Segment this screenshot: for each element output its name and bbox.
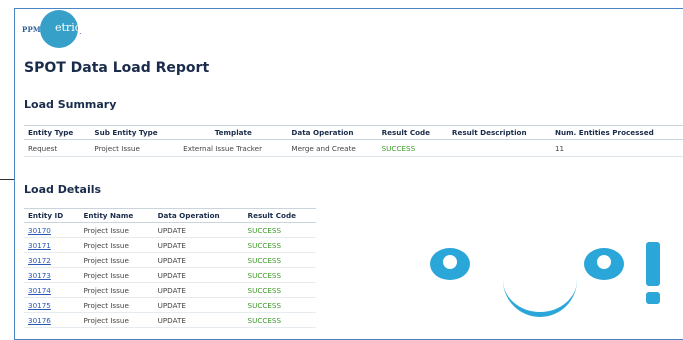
cell-data-operation: UPDATE	[153, 282, 244, 298]
col-data-operation: Data Operation	[157, 211, 220, 220]
page-title: SPOT Data Load Report	[24, 60, 210, 76]
ppmetrics-logo: PPM etrics .	[22, 10, 102, 48]
exclamation-icon	[646, 242, 660, 286]
table-row: 30174 Project Issue UPDATE SUCCESS	[24, 282, 316, 298]
col-template: Template	[214, 128, 252, 137]
col-result-code: Result Code	[381, 128, 431, 137]
details-header-row: Entity ID Entity Name Data Operation Res…	[24, 208, 316, 223]
load-summary-table: Entity Type Sub Entity Type Template Dat…	[24, 125, 683, 157]
cell-result-code: SUCCESS	[243, 252, 316, 268]
cell-result-code: SUCCESS	[243, 267, 316, 283]
cell-result-code: SUCCESS	[243, 222, 316, 238]
cell-sub-entity-type: Project Issue	[90, 139, 180, 157]
cell-result-description	[447, 139, 551, 157]
entity-id-link[interactable]: 30170	[28, 226, 51, 235]
entity-id-link[interactable]: 30171	[28, 241, 51, 250]
cell-data-operation: UPDATE	[153, 252, 244, 268]
cell-result-code: SUCCESS	[243, 282, 316, 298]
logo-prefix: PPM	[22, 25, 41, 34]
cell-entity-name: Project Issue	[79, 222, 154, 238]
entity-id-link[interactable]: 30174	[28, 286, 51, 295]
cell-data-operation: UPDATE	[153, 267, 244, 283]
entity-id-link[interactable]: 30172	[28, 256, 51, 265]
table-row: 30172 Project Issue UPDATE SUCCESS	[24, 252, 316, 268]
entity-id-link[interactable]: 30173	[28, 271, 51, 280]
col-result-code: Result Code	[247, 211, 296, 220]
cell-data-operation: UPDATE	[153, 222, 244, 238]
load-details-heading: Load Details	[24, 183, 102, 196]
col-num-entities: Num. Entities Processed	[554, 128, 654, 137]
cell-result-code: SUCCESS	[243, 297, 316, 313]
mascot-right-eye-icon	[584, 248, 624, 280]
col-entity-type: Entity Type	[28, 128, 74, 137]
entity-id-link[interactable]: 30175	[28, 301, 51, 310]
cell-entity-name: Project Issue	[79, 267, 154, 283]
col-entity-id: Entity ID	[28, 211, 64, 220]
cell-entity-name: Project Issue	[79, 237, 154, 253]
cell-result-code: SUCCESS	[377, 139, 448, 157]
cell-entity-name: Project Issue	[79, 297, 154, 313]
cell-data-operation: UPDATE	[153, 312, 244, 328]
col-result-description: Result Description	[451, 128, 527, 137]
summary-header-row: Entity Type Sub Entity Type Template Dat…	[24, 125, 683, 140]
cell-entity-name: Project Issue	[79, 252, 154, 268]
cell-entity-name: Project Issue	[79, 282, 154, 298]
table-row: 30170 Project Issue UPDATE SUCCESS	[24, 222, 316, 238]
mascot-left-eye-icon	[430, 248, 470, 280]
table-row: 30173 Project Issue UPDATE SUCCESS	[24, 267, 316, 283]
cell-num-entities: 11	[550, 139, 683, 157]
load-details-table: Entity ID Entity Name Data Operation Res…	[24, 208, 316, 328]
col-sub-entity-type: Sub Entity Type	[94, 128, 158, 137]
cell-result-code: SUCCESS	[243, 237, 316, 253]
cell-data-operation: UPDATE	[153, 237, 244, 253]
cell-entity-type: Request	[24, 139, 91, 157]
col-entity-name: Entity Name	[83, 211, 134, 220]
edge-divider	[0, 179, 14, 180]
exclamation-dot-icon	[646, 292, 660, 304]
logo-wordmark: etrics	[55, 21, 87, 34]
entity-id-link[interactable]: 30176	[28, 316, 51, 325]
cell-result-code: SUCCESS	[243, 312, 316, 328]
table-row: 30176 Project Issue UPDATE SUCCESS	[24, 312, 316, 328]
cell-template: External Issue Tracker	[179, 139, 288, 157]
table-row: 30175 Project Issue UPDATE SUCCESS	[24, 297, 316, 313]
col-data-operation: Data Operation	[291, 128, 354, 137]
table-row: 30171 Project Issue UPDATE SUCCESS	[24, 237, 316, 253]
table-row: Request Project Issue External Issue Tra…	[24, 139, 683, 157]
cell-data-operation: UPDATE	[153, 297, 244, 313]
load-summary-heading: Load Summary	[24, 98, 117, 111]
cell-entity-name: Project Issue	[79, 312, 154, 328]
cell-data-operation: Merge and Create	[287, 139, 378, 157]
logo-suffix: .	[79, 27, 82, 36]
